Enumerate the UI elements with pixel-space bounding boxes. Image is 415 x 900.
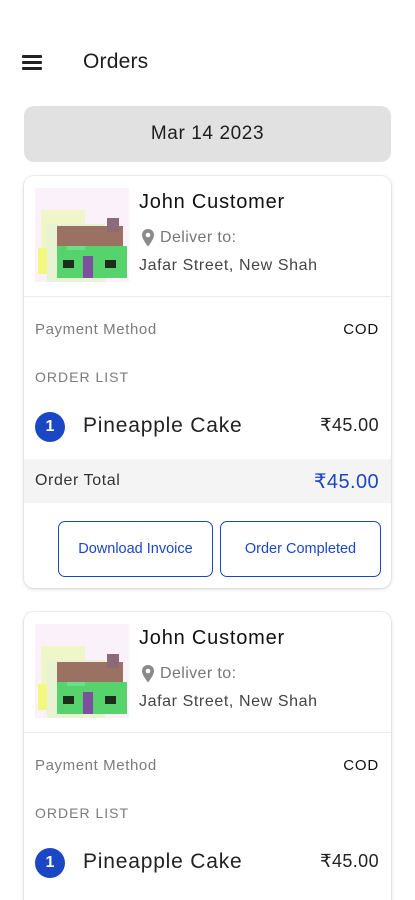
payment-method-label: Payment Method (35, 757, 157, 774)
customer-name: John Customer (139, 627, 286, 649)
menu-icon[interactable] (20, 51, 46, 73)
order-card: John Customer Deliver to: Jafar Street, … (24, 176, 391, 588)
page-title: Orders (83, 50, 149, 73)
customer-section: John Customer Deliver to: Jafar Street, … (24, 612, 391, 733)
customer-avatar (35, 188, 129, 282)
location-pin-icon (142, 229, 154, 247)
customer-section: John Customer Deliver to: Jafar Street, … (24, 176, 391, 297)
payment-method-value: COD (343, 321, 379, 338)
payment-method-value: COD (343, 757, 379, 774)
order-total-label: Order Total (35, 472, 121, 489)
item-price: ₹45.00 (320, 851, 379, 871)
payment-method-row: Payment Method COD (24, 733, 391, 793)
item-name: Pineapple Cake (83, 414, 243, 437)
order-total-value: ₹45.00 (313, 471, 379, 493)
date-group-header: Mar 14 2023 (24, 106, 391, 162)
delivery-address: Jafar Street, New Shah (139, 693, 318, 710)
deliver-to-label: Deliver to: (141, 229, 236, 247)
delivery-address: Jafar Street, New Shah (139, 257, 318, 274)
download-invoice-button[interactable]: Download Invoice (58, 521, 213, 577)
deliver-to-label: Deliver to: (141, 665, 236, 683)
customer-name: John Customer (139, 191, 286, 213)
order-list-label: ORDER LIST (35, 805, 130, 821)
location-pin-icon (142, 665, 154, 683)
payment-method-row: Payment Method COD (24, 297, 391, 357)
item-quantity-badge: 1 (35, 412, 65, 442)
item-name: Pineapple Cake (83, 850, 243, 873)
deliver-to-text: Deliver to: (160, 229, 237, 246)
app-bar: Orders (0, 0, 415, 100)
payment-method-label: Payment Method (35, 321, 157, 338)
order-list-label: ORDER LIST (35, 369, 130, 385)
order-total-row: Order Total ₹45.00 (24, 459, 391, 503)
item-quantity-badge: 1 (35, 848, 65, 878)
order-completed-button[interactable]: Order Completed (220, 521, 381, 577)
deliver-to-text: Deliver to: (160, 665, 237, 682)
order-item-row: 1 Pineapple Cake ₹45.00 (24, 408, 391, 448)
customer-avatar (35, 624, 129, 718)
item-price: ₹45.00 (320, 415, 379, 435)
order-card: John Customer Deliver to: Jafar Street, … (24, 612, 391, 900)
order-item-row: 1 Pineapple Cake ₹45.00 (24, 844, 391, 884)
